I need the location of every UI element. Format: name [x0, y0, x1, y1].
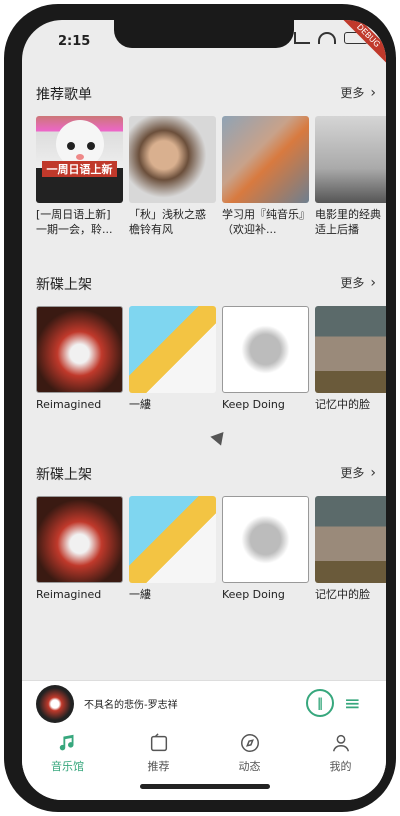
album-card[interactable]: 记忆中的脸: [315, 496, 386, 602]
album-caption: 记忆中的脸: [315, 398, 370, 411]
playlist-cover: [129, 116, 216, 203]
album-card[interactable]: Reimagined: [36, 496, 123, 602]
album-row: Reimagined 一縷 Keep Doing 记忆中的脸: [36, 496, 386, 602]
compass-icon: [240, 734, 259, 752]
wifi-icon: [318, 32, 336, 44]
cover-tag: 一周日语上新: [42, 161, 117, 177]
pause-button[interactable]: ‖: [306, 689, 334, 717]
album-caption: 一縷: [129, 398, 151, 411]
tab-mine[interactable]: 我的: [295, 726, 386, 800]
album-row: Reimagined 一縷 Keep Doing 记忆中的脸: [36, 306, 386, 412]
profile-icon: [332, 734, 349, 752]
phone-frame: 2:15 DEBUG 推荐歌单 更多 › 一周日语上新 [一周日语上新] 一期一…: [4, 4, 396, 812]
mini-player[interactable]: 不具名的悲伤-罗志祥 ‖ ≡: [22, 680, 386, 727]
album-cover: [129, 496, 216, 583]
now-playing-cover[interactable]: [36, 685, 74, 723]
more-label: 更多: [340, 466, 365, 480]
album-caption: Keep Doing: [222, 398, 285, 411]
tab-label: 推荐: [147, 760, 170, 773]
album-card[interactable]: Keep Doing: [222, 496, 309, 602]
section-title-recommended: 推荐歌单: [36, 87, 92, 103]
album-cover: [36, 496, 123, 583]
album-cover: [222, 306, 309, 393]
album-cover: [315, 306, 386, 393]
more-button[interactable]: 更多 ›: [340, 84, 376, 101]
chevron-right-icon: ›: [370, 84, 376, 101]
more-button[interactable]: 更多 ›: [340, 464, 376, 481]
app-screen: 2:15 DEBUG 推荐歌单 更多 › 一周日语上新 [一周日语上新] 一期一…: [22, 20, 386, 800]
more-label: 更多: [340, 276, 365, 290]
album-caption: Reimagined: [36, 588, 102, 601]
radio-icon: [150, 733, 167, 752]
debug-banner: DEBUG: [335, 20, 386, 69]
playlist-card[interactable]: 一周日语上新 [一周日语上新] 一期一会，聆...: [36, 116, 123, 237]
playlist-cover: 一周日语上新: [36, 116, 123, 203]
tab-label: 我的: [329, 760, 352, 773]
chevron-right-icon: ›: [370, 274, 376, 291]
album-card[interactable]: 一縷: [129, 306, 216, 412]
playlist-cover: [222, 116, 309, 203]
tab-label: 动态: [238, 760, 261, 773]
album-cover: [315, 496, 386, 583]
playlist-caption: [一周日语上新] 一期一会，聆...: [36, 208, 113, 236]
playlist-card[interactable]: 学习用『纯音乐』（欢迎补...: [222, 116, 309, 237]
playlist-cover: [315, 116, 386, 203]
playlist-caption: 学习用『纯音乐』（欢迎补...: [222, 208, 305, 236]
status-time: 2:15: [58, 34, 91, 49]
notch: [114, 20, 294, 48]
section-title-new-albums: 新碟上架: [36, 277, 92, 293]
more-label: 更多: [340, 86, 365, 100]
album-caption: 一縷: [129, 588, 151, 601]
album-cover: [222, 496, 309, 583]
album-caption: Reimagined: [36, 398, 102, 411]
playlist-card[interactable]: 电影里的经典 白适上后播: [315, 116, 386, 237]
music-note-icon: [59, 734, 74, 751]
album-caption: Keep Doing: [222, 588, 285, 601]
album-cover: [129, 306, 216, 393]
tab-music-hall[interactable]: 音乐馆: [22, 726, 113, 800]
playlist-row: 一周日语上新 [一周日语上新] 一期一会，聆... 「秋」浅秋之惑 檐铃有风 学…: [36, 116, 386, 237]
signal-icon: [294, 32, 310, 44]
more-button[interactable]: 更多 ›: [340, 274, 376, 291]
album-caption: 记忆中的脸: [315, 588, 370, 601]
now-playing-title: 不具名的悲伤-罗志祥: [84, 700, 178, 711]
home-indicator: [140, 784, 270, 789]
playlist-caption: 电影里的经典 白适上后播: [315, 208, 386, 236]
tab-label: 音乐馆: [51, 760, 84, 773]
playlist-icon[interactable]: ≡: [344, 691, 361, 715]
album-cover: [36, 306, 123, 393]
album-card[interactable]: Reimagined: [36, 306, 123, 412]
album-card[interactable]: Keep Doing: [222, 306, 309, 412]
section-title-new-albums: 新碟上架: [36, 467, 92, 483]
playlist-caption: 「秋」浅秋之惑 檐铃有风: [129, 208, 206, 236]
playlist-card[interactable]: 「秋」浅秋之惑 檐铃有风: [129, 116, 216, 237]
chevron-right-icon: ›: [370, 464, 376, 481]
album-card[interactable]: 记忆中的脸: [315, 306, 386, 412]
mouse-cursor-icon: [210, 431, 228, 449]
album-card[interactable]: 一縷: [129, 496, 216, 602]
